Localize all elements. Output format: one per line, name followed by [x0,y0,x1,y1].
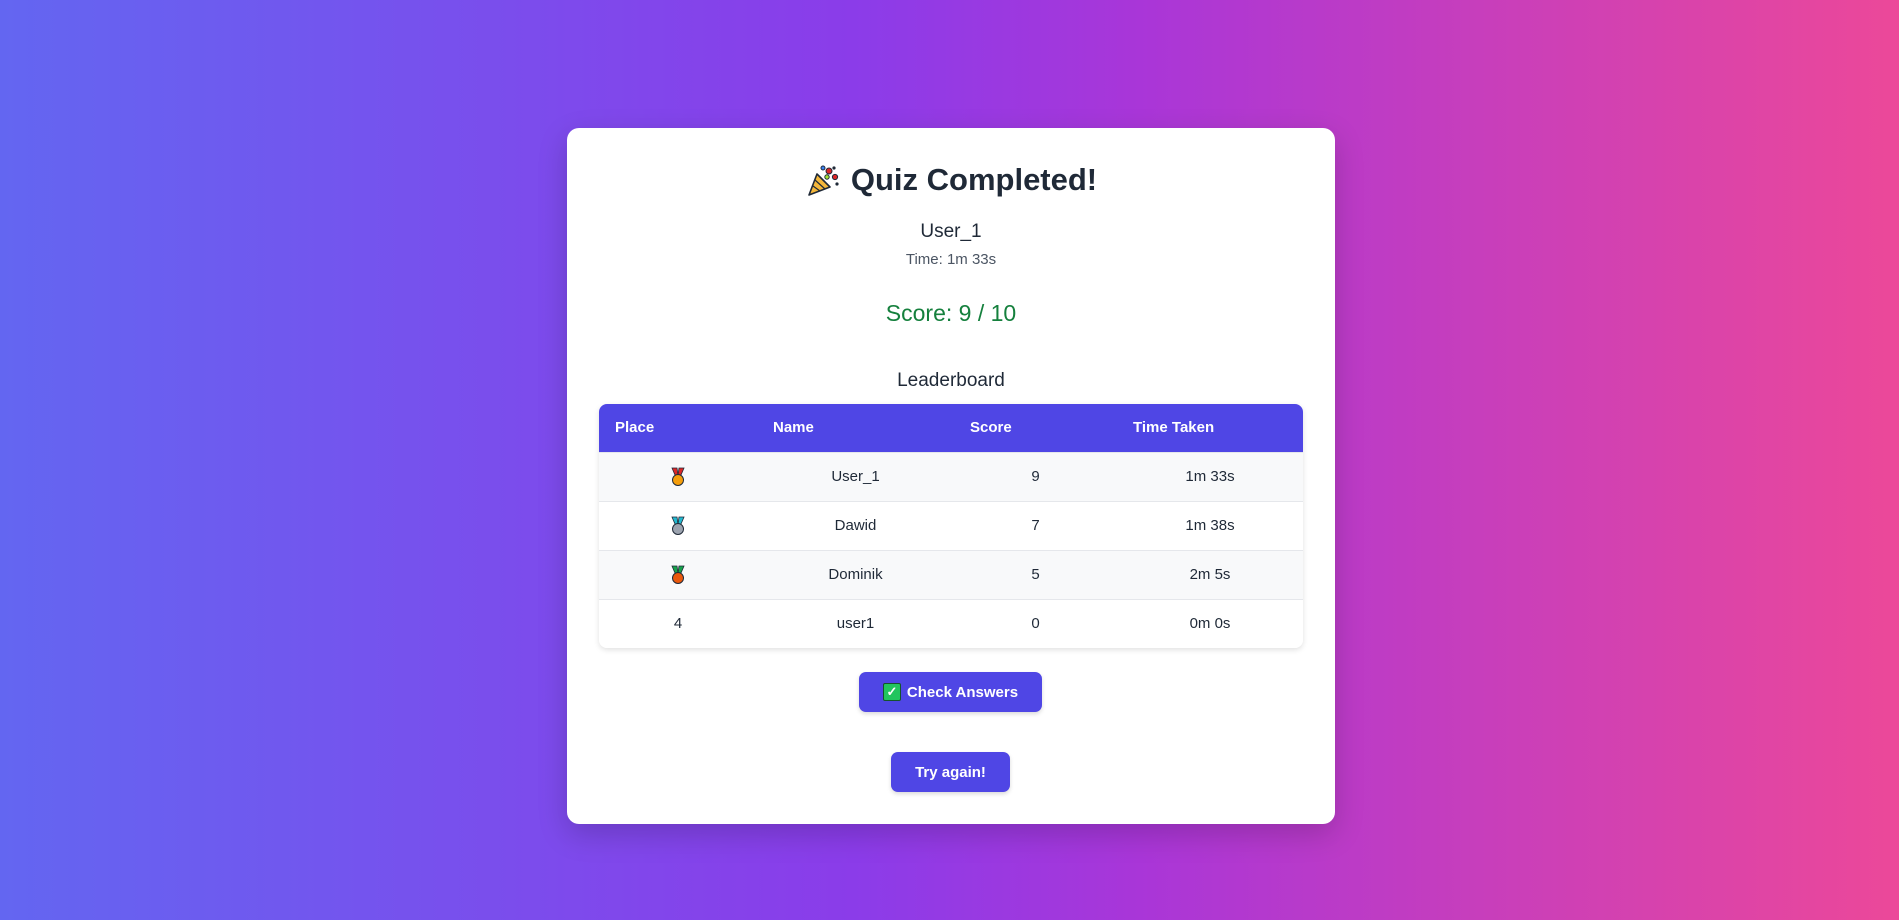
gold-medal-icon [671,467,685,486]
place-cell: 4 [673,615,683,633]
result-card: Quiz Completed! User_1 Time: 1m 33s Scor… [567,128,1335,824]
place-cell [599,501,757,550]
page-title: Quiz Completed! [850,162,1098,197]
time-cell: 2m 5s [1189,566,1231,583]
leaderboard-table: Place Name Score Time Taken User_1 9 1m … [599,404,1303,648]
table-row: Dawid 7 1m 38s [599,501,1303,550]
name-cell: Dawid [834,517,877,534]
score-cell: 0 [1031,615,1040,633]
party-popper-icon [808,165,839,196]
score-cell: 9 [1031,468,1040,485]
table-row: Dominik 5 2m 5s [599,550,1303,599]
leaderboard-title: Leaderboard [897,370,1005,391]
place-cell [599,452,757,501]
check-answers-button[interactable]: ✓ Check Answers [859,672,1042,712]
title-row: Quiz Completed! [567,158,1335,202]
bronze-medal-icon [671,565,685,584]
name-cell: Dominik [828,566,883,583]
try-again-button[interactable]: Try again! [891,752,1010,792]
table-row: User_1 9 1m 33s [599,452,1303,501]
score-cell: 5 [1031,566,1040,583]
header-place: Place [615,419,655,437]
header-score: Score [970,419,1012,437]
time-cell: 1m 33s [1185,468,1235,485]
time-taken: Time: 1m 33s [905,251,997,268]
place-cell [599,550,757,599]
time-cell: 0m 0s [1189,615,1231,633]
check-answers-label: Check Answers [906,683,1019,701]
check-mark-icon: ✓ [882,683,901,701]
leaderboard-header-row: Place Name Score Time Taken [599,404,1303,452]
header-name: Name [773,419,814,437]
table-row: 4 user1 0 0m 0s [599,599,1303,648]
time-cell: 1m 38s [1185,517,1235,534]
name-cell: user1 [836,615,875,633]
username: User_1 [920,221,982,242]
silver-medal-icon [671,516,685,535]
name-cell: User_1 [831,468,880,485]
score-text: Score: 9 / 10 [885,300,1017,326]
score-cell: 7 [1031,517,1040,534]
header-time-taken: Time Taken [1133,419,1215,437]
